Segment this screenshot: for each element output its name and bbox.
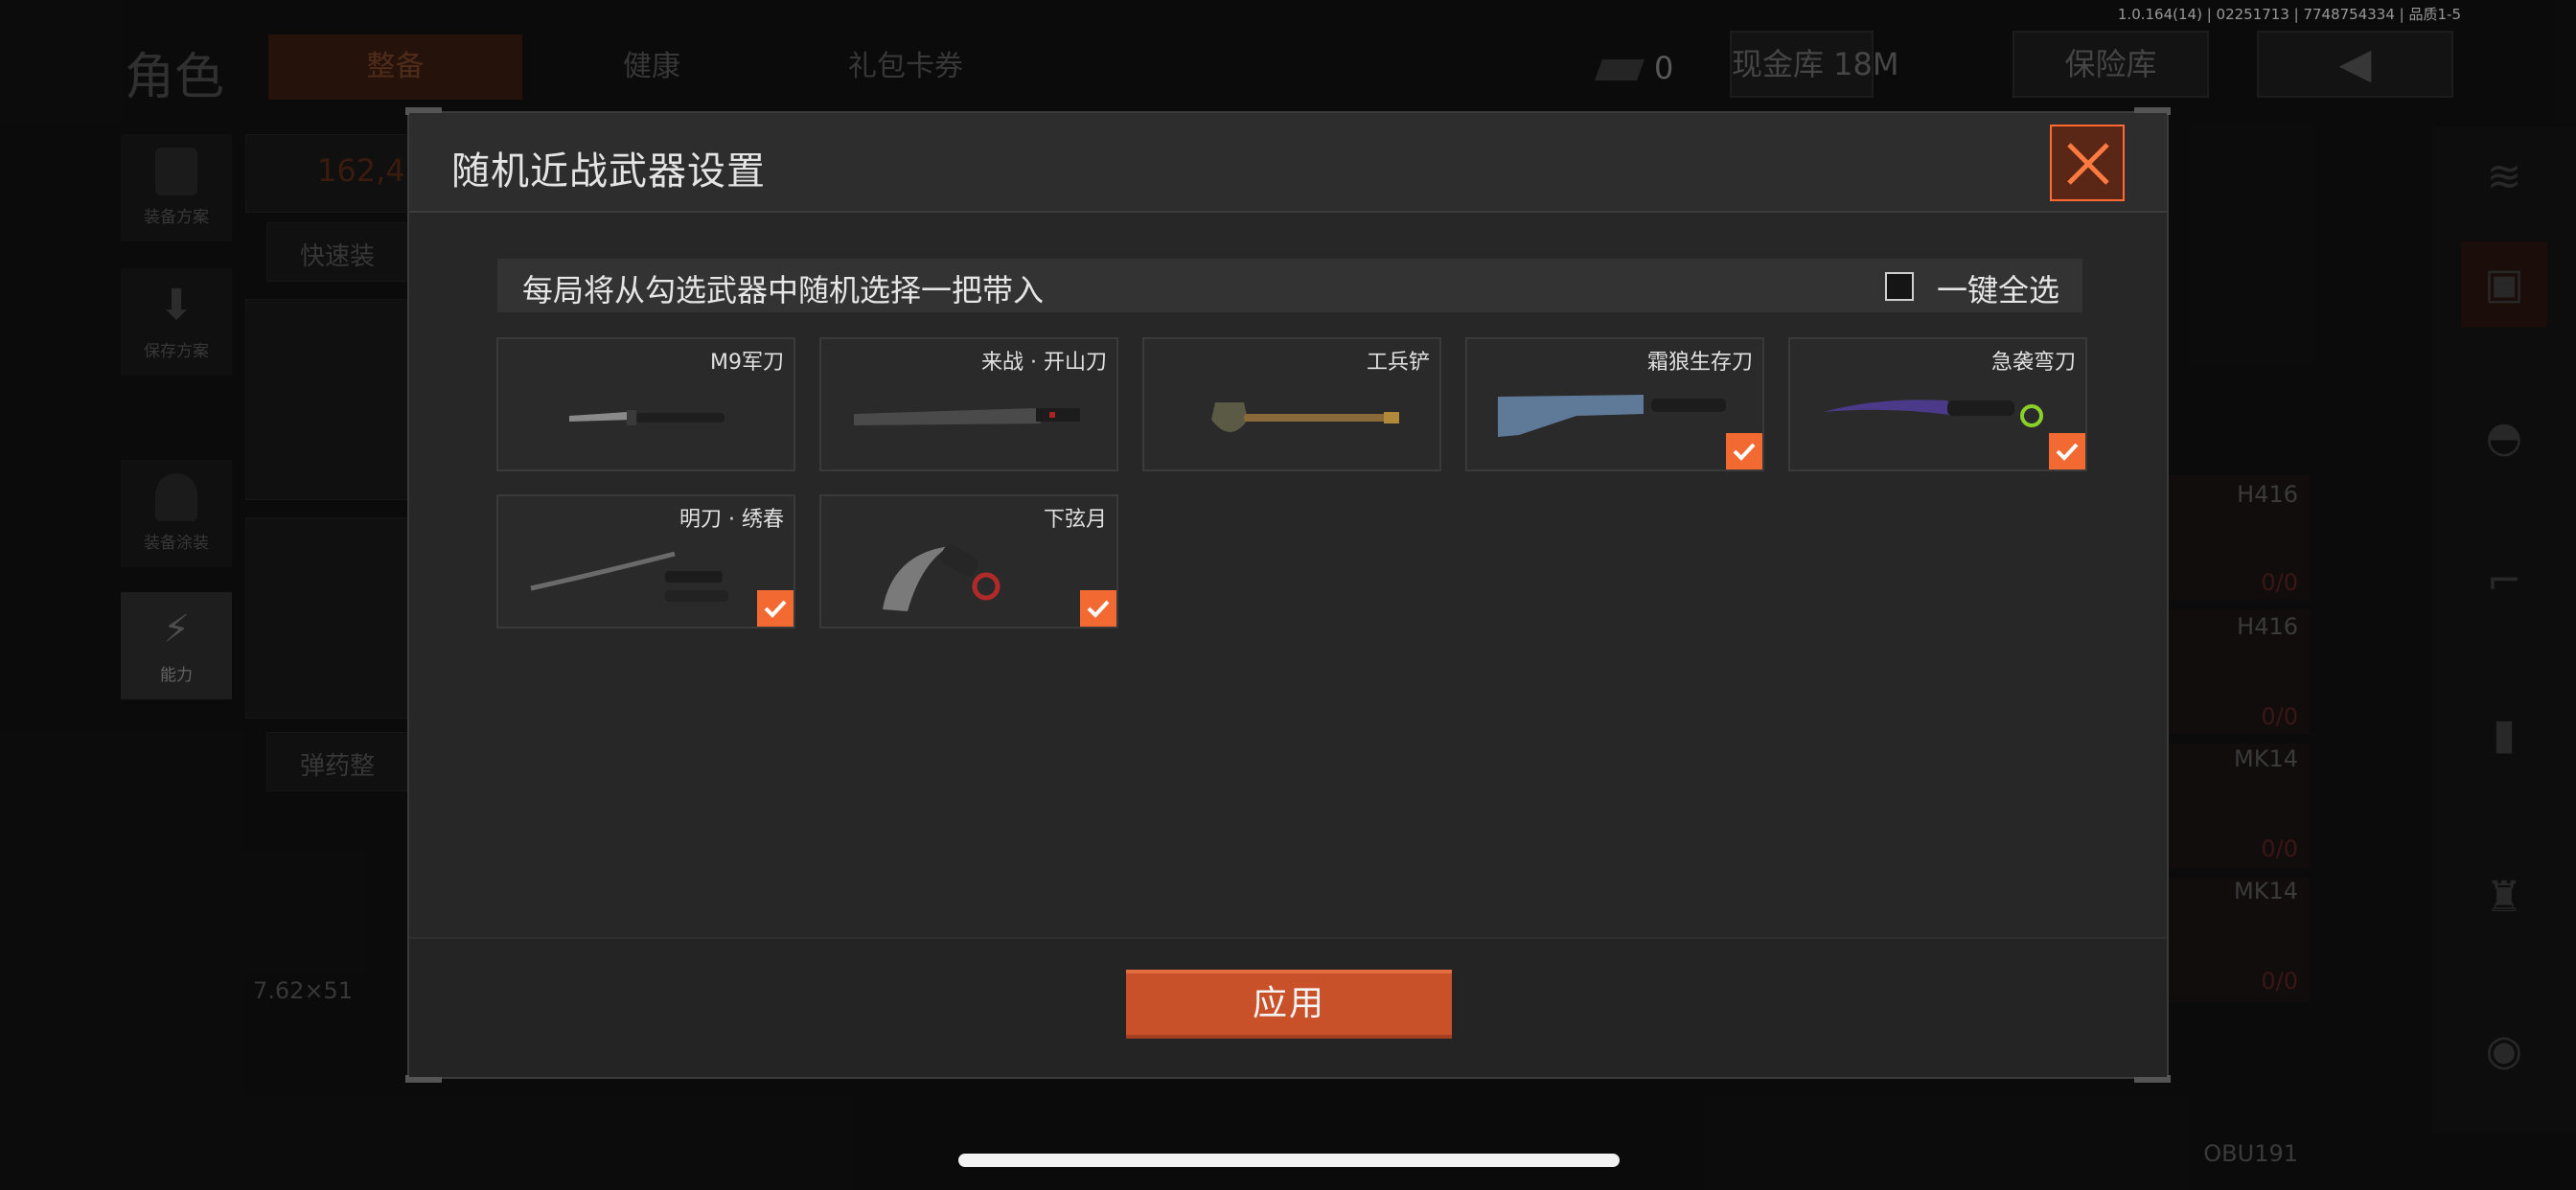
checkmark-icon [764,600,787,618]
karambit-icon [883,544,1000,611]
weapon-name: 急袭弯刀 [1990,351,2076,375]
machete-icon [854,408,1080,425]
close-button[interactable] [2050,125,2125,201]
select-all-checkbox[interactable] [1885,272,1914,301]
weapon-card-m9[interactable]: M9军刀 [496,337,795,471]
weapon-name: 来战 · 开山刀 [981,351,1107,375]
close-icon [2067,143,2109,185]
checkmark-icon [1087,600,1110,618]
checked-indicator[interactable] [1726,433,1762,469]
weapon-name: 霜狼生存刀 [1646,351,1753,375]
shovel-icon [1211,402,1399,432]
weapon-card-crescent[interactable]: 下弦月 [819,494,1118,629]
dialog-title: 随机近战武器设置 [451,149,766,194]
weapon-card-machete[interactable]: 来战 · 开山刀 [819,337,1118,471]
select-all-toggle[interactable]: 一键全选 [1885,266,2059,309]
survival-knife-icon [1498,395,1726,437]
dialog-header: 随机近战武器设置 [409,113,2167,213]
apply-button[interactable]: 应用 [1126,970,1452,1039]
instruction-text: 每局将从勾选武器中随机选择一把带入 [522,272,1045,309]
checked-indicator[interactable] [757,590,794,627]
checkmark-icon [2056,443,2079,461]
instruction-bar: 每局将从勾选武器中随机选择一把带入 一键全选 [497,259,2082,312]
weapon-card-frost-wolf[interactable]: 霜狼生存刀 [1465,337,1764,471]
weapon-name: 明刀 · 绣春 [679,508,784,532]
random-melee-dialog: 随机近战武器设置 每局将从勾选武器中随机选择一把带入 一键全选 M9军刀 来战 … [405,107,2171,1083]
home-indicator[interactable] [958,1154,1620,1167]
checked-indicator[interactable] [2049,433,2085,469]
weapon-card-raid-scimitar[interactable]: 急袭弯刀 [1788,337,2087,471]
katana-icon [530,551,728,602]
weapon-name: 下弦月 [1043,508,1107,532]
checked-indicator[interactable] [1080,590,1116,627]
weapon-name: M9军刀 [710,351,784,375]
weapon-name: 工兵铲 [1366,351,1430,375]
select-all-label: 一键全选 [1937,272,2060,309]
curved-knife-icon [1823,400,2043,427]
checkmark-icon [1733,443,1756,461]
weapon-card-xiuchun[interactable]: 明刀 · 绣春 [496,494,795,629]
weapon-card-shovel[interactable]: 工兵铲 [1142,337,1441,471]
bayonet-icon [569,410,724,425]
